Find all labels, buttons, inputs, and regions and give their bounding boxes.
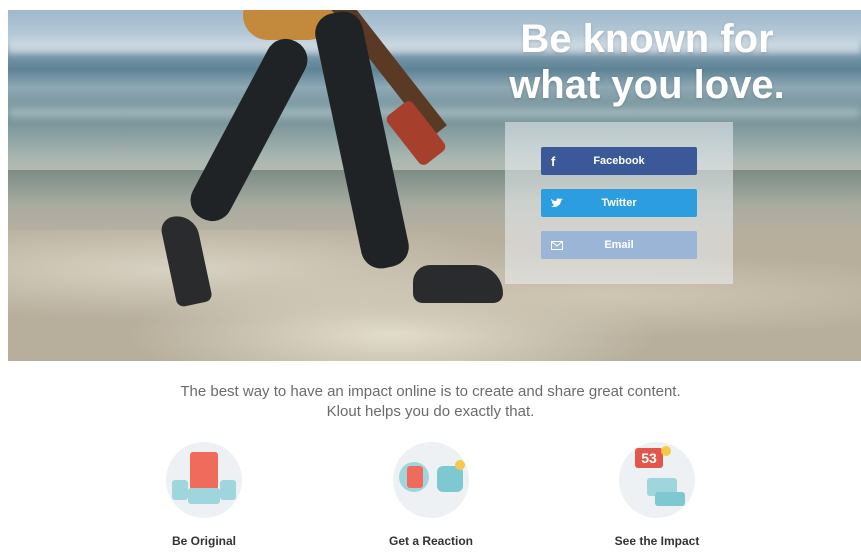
headline-line-2: what you love. [509, 63, 785, 107]
signup-panel: f Facebook Twitter Email [505, 122, 733, 284]
feature-see-the-impact: 53 See the Impact [577, 442, 737, 548]
document-icon [166, 442, 242, 518]
twitter-signup-button[interactable]: Twitter [541, 189, 697, 217]
twitter-label: Twitter [601, 197, 637, 209]
feature-label: Be Original [171, 534, 236, 548]
tagline-line-2: Klout helps you do exactly that. [326, 403, 535, 420]
hero-banner: Be known for what you love. [8, 10, 861, 361]
feature-get-a-reaction: Get a Reaction [351, 442, 511, 548]
person-shoe-front [413, 265, 503, 303]
score-badge-icon: 53 [619, 442, 695, 518]
facebook-icon: f [551, 153, 556, 169]
chat-documents-icon [393, 442, 469, 518]
facebook-label: Facebook [593, 155, 645, 167]
headline-line-1: Be known for [520, 17, 774, 61]
hero-headline: Be known for what you love. [457, 16, 837, 108]
email-signup-button[interactable]: Email [541, 231, 697, 259]
facebook-signup-button[interactable]: f Facebook [541, 147, 697, 175]
score-badge: 53 [635, 448, 663, 468]
shoreline [8, 170, 861, 230]
feature-label: Get a Reaction [388, 534, 474, 548]
email-label: Email [604, 239, 634, 251]
tagline: The best way to have an impact online is… [0, 382, 861, 422]
feature-be-original: Be Original [124, 442, 284, 548]
envelope-icon [551, 231, 563, 259]
tagline-line-1: The best way to have an impact online is… [180, 383, 681, 400]
twitter-bird-icon [551, 189, 563, 217]
feature-label: See the Impact [614, 534, 700, 548]
